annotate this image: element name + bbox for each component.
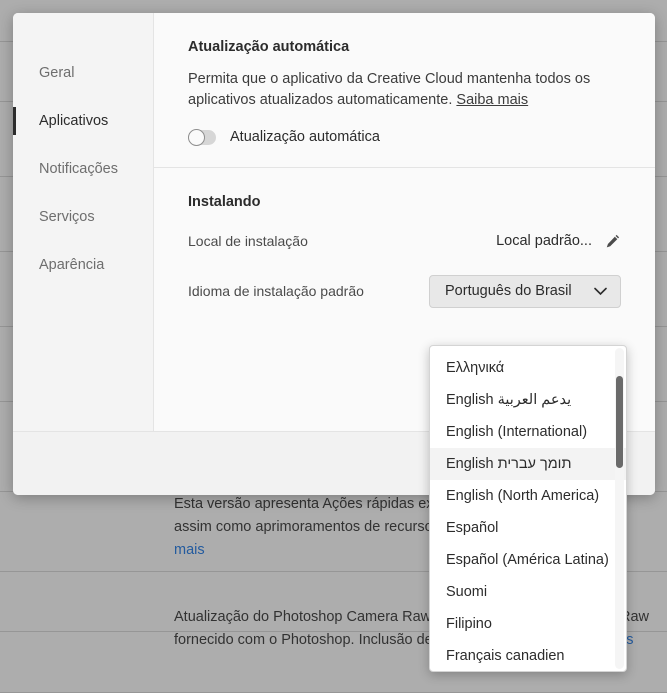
- sidebar-item-servicos[interactable]: Serviços: [13, 193, 153, 241]
- language-option[interactable]: English (International): [430, 416, 626, 448]
- language-select-value: Português do Brasil: [445, 283, 572, 299]
- chevron-down-icon: [594, 287, 607, 295]
- install-language-label: Idioma de instalação padrão: [188, 283, 364, 299]
- auto-update-toggle[interactable]: [188, 128, 216, 146]
- sidebar-item-aplicativos[interactable]: Aplicativos: [13, 97, 153, 145]
- auto-update-toggle-row: Atualização automática: [188, 128, 621, 146]
- sidebar-item-aparencia[interactable]: Aparência: [13, 241, 153, 289]
- auto-update-section: Atualização automática Permita que o apl…: [154, 13, 655, 168]
- sidebar-item-geral[interactable]: Geral: [13, 49, 153, 97]
- sidebar-item-label: Geral: [39, 65, 75, 81]
- language-option[interactable]: Ελληνικά: [430, 352, 626, 384]
- installing-title: Instalando: [188, 194, 261, 210]
- install-language-row: Idioma de instalação padrão Português do…: [188, 274, 621, 308]
- auto-update-title: Atualização automática: [188, 39, 350, 55]
- install-location-value-wrap: Local padrão...: [496, 233, 621, 250]
- language-option[interactable]: Español (América Latina): [430, 544, 626, 576]
- installing-section: Instalando Local de instalação Local pad…: [154, 168, 655, 346]
- language-dropdown-list: Ελληνικά English يدعم العربية English (I…: [430, 346, 626, 671]
- language-option[interactable]: Suomi: [430, 576, 626, 608]
- install-location-label: Local de instalação: [188, 233, 308, 249]
- auto-update-description: Permita que o aplicativo da Creative Clo…: [188, 69, 608, 111]
- language-option[interactable]: Français canadien: [430, 640, 626, 671]
- language-select-trigger[interactable]: Português do Brasil: [429, 274, 621, 308]
- toggle-knob: [188, 128, 205, 146]
- sidebar-item-label: Aplicativos: [39, 113, 109, 129]
- learn-more-link[interactable]: Saiba mais: [456, 92, 528, 108]
- auto-update-toggle-label: Atualização automática: [230, 129, 380, 145]
- language-option[interactable]: English (North America): [430, 480, 626, 512]
- language-option[interactable]: Filipino: [430, 608, 626, 640]
- settings-sidebar: Geral Aplicativos Notificações Serviços …: [13, 13, 154, 431]
- install-location-row: Local de instalação Local padrão...: [188, 224, 621, 258]
- sidebar-item-label: Serviços: [39, 209, 95, 225]
- dropdown-scrollbar-thumb[interactable]: [616, 376, 623, 468]
- dropdown-scrollbar-track[interactable]: [615, 348, 624, 669]
- language-option[interactable]: English يدعم العربية: [430, 384, 626, 416]
- pencil-icon[interactable]: [604, 233, 621, 250]
- language-option[interactable]: Español: [430, 512, 626, 544]
- sidebar-item-label: Aparência: [39, 257, 105, 273]
- language-dropdown: Ελληνικά English يدعم العربية English (I…: [429, 345, 627, 672]
- auto-update-description-text: Permita que o aplicativo da Creative Clo…: [188, 71, 591, 108]
- install-location-value: Local padrão...: [496, 233, 592, 249]
- sidebar-item-label: Notificações: [39, 161, 118, 177]
- sidebar-item-notificacoes[interactable]: Notificações: [13, 145, 153, 193]
- language-option[interactable]: English תומך עברית: [430, 448, 626, 480]
